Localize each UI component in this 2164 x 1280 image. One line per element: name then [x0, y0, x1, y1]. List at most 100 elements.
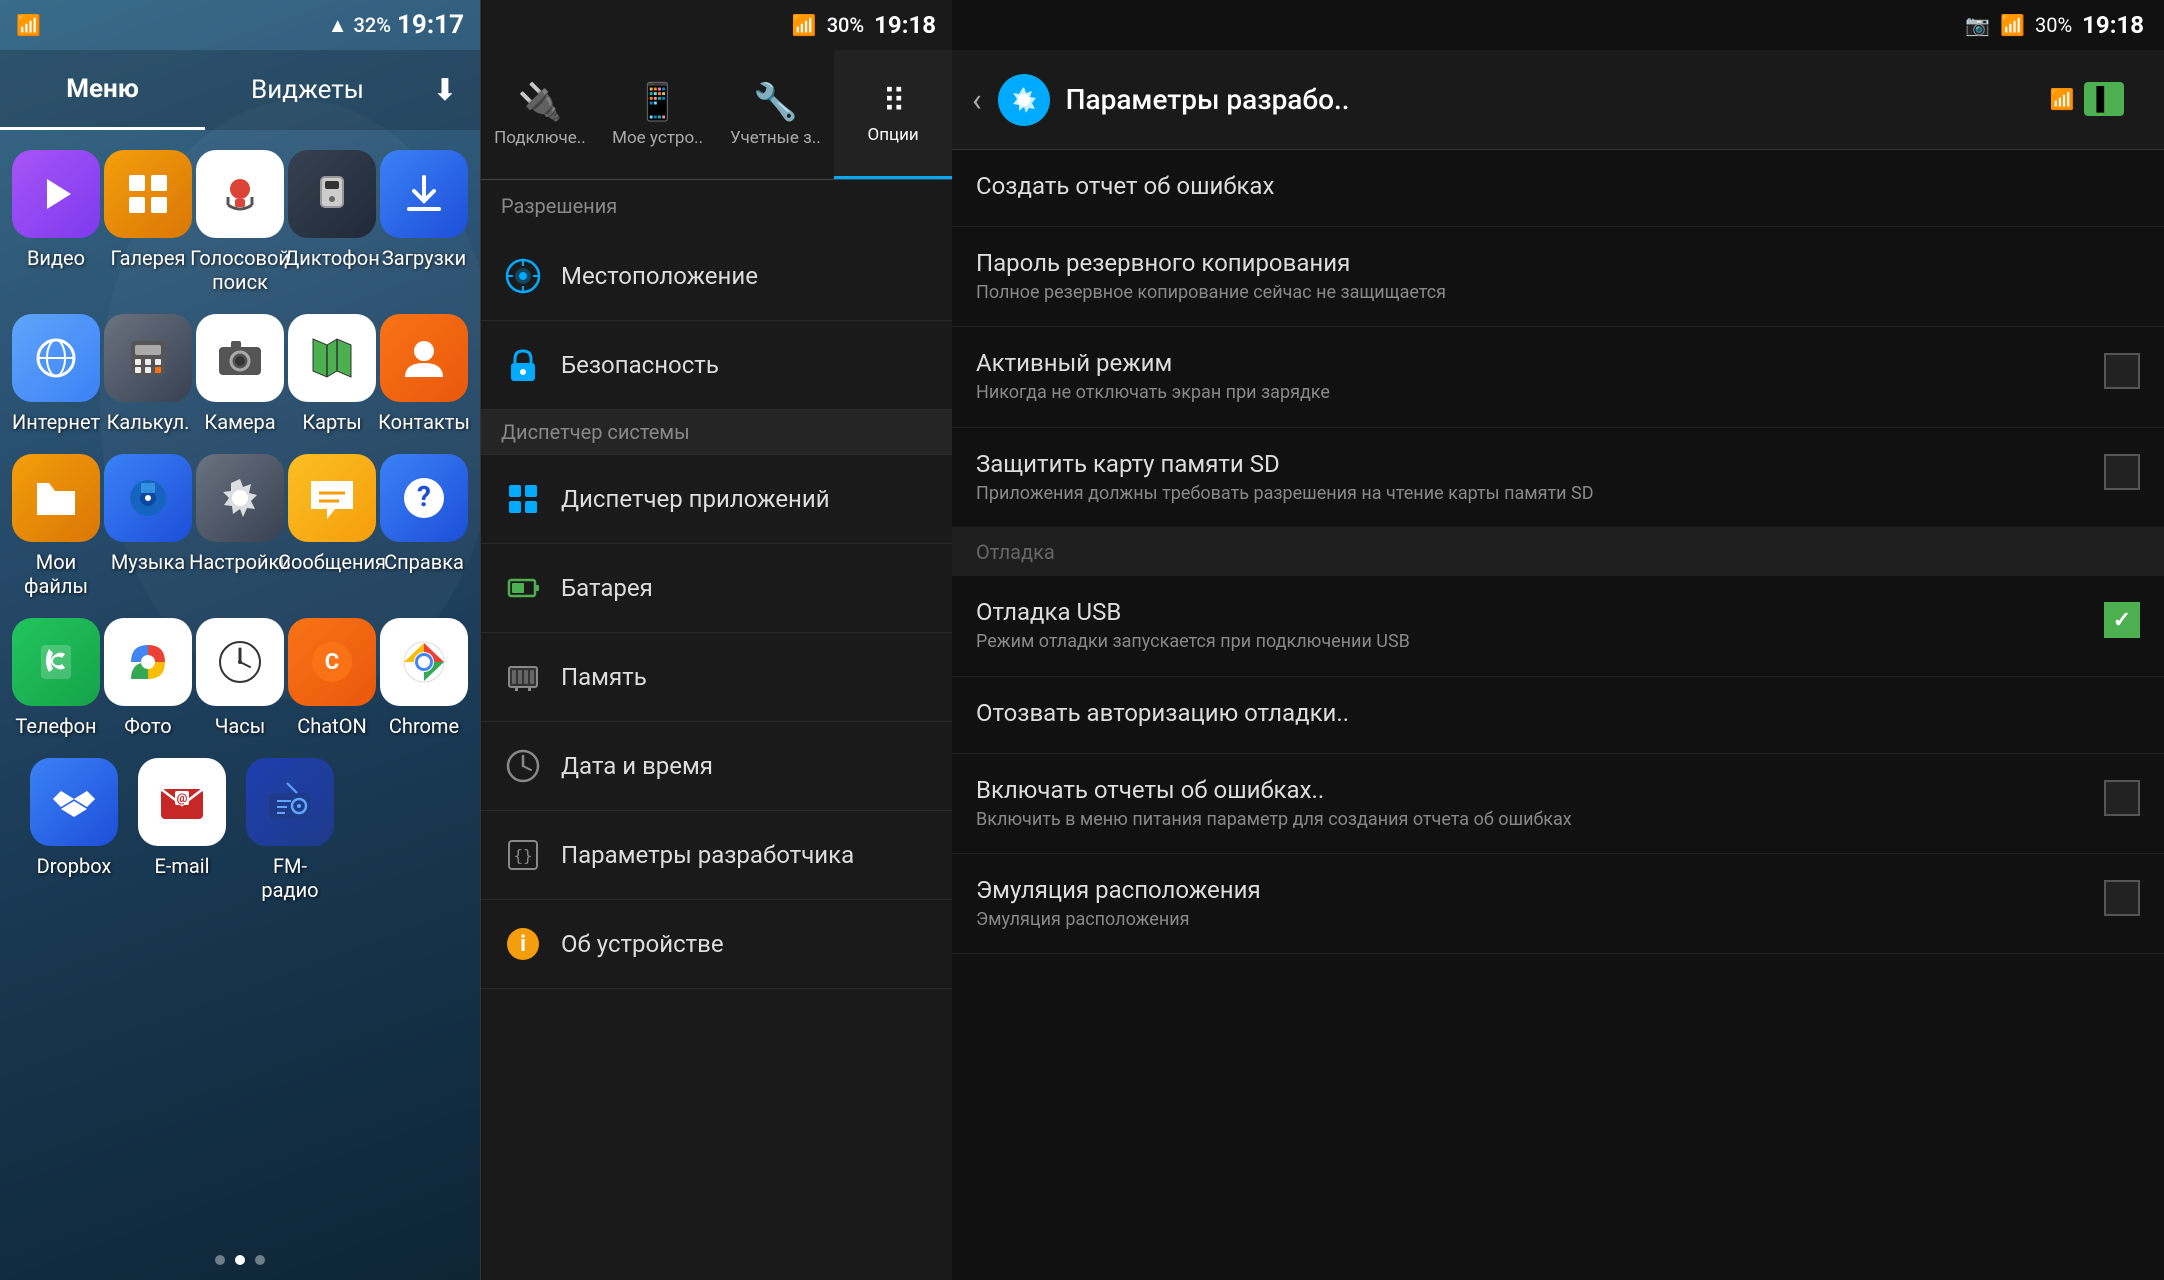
connect-icon: 🔌 — [517, 81, 562, 123]
back-button[interactable]: ‹ — [972, 81, 982, 119]
app-myfiles[interactable]: Мои файлы — [12, 454, 100, 598]
devparams-icon: {} — [501, 833, 545, 877]
usb-debug-checkbox[interactable] — [2104, 602, 2140, 638]
settings-item-memory[interactable]: Память — [481, 633, 952, 722]
error-reports-checkbox[interactable] — [2104, 780, 2140, 816]
security-icon — [501, 343, 545, 387]
app-contacts[interactable]: Контакты — [380, 314, 468, 434]
app-photos[interactable]: Фото — [104, 618, 192, 738]
dev-option-usb-debug[interactable]: Отладка USB Режим отладки запускается пр… — [952, 576, 2164, 676]
svg-text:C: C — [325, 650, 339, 675]
battery-percentage: 32% — [354, 13, 391, 37]
debug-section-label: Отладка — [976, 540, 1055, 564]
dev-option-create-report[interactable]: Создать отчет об ошибках — [952, 150, 2164, 227]
emulate-location-checkbox[interactable] — [2104, 880, 2140, 916]
app-help-label: Справка — [384, 550, 464, 574]
dev-option-revoke-auth[interactable]: Отозвать авторизацию отладки.. — [952, 677, 2164, 754]
download-icon: ⬇ — [432, 73, 457, 108]
developer-options-header: ‹ Параметры разрабо.. 📶 ▌ — [952, 50, 2164, 150]
tab-widgets-label: Виджеты — [251, 75, 364, 105]
dev-option-backup-password[interactable]: Пароль резервного копирования Полное рез… — [952, 227, 2164, 327]
app-email[interactable]: @ E-mail — [138, 758, 226, 878]
home-screen: 📶 ▲ 32% 19:17 Меню Виджеты ⬇ Видео — [0, 0, 480, 1280]
app-calc-label: Калькул. — [107, 410, 190, 434]
settings-wifi-icon: 📶 — [792, 13, 817, 37]
tab-options[interactable]: ⠿ Опции — [834, 50, 952, 179]
appmanager-label: Диспетчер приложений — [561, 485, 830, 513]
usb-debug-desc: Режим отладки запускается при подключени… — [976, 630, 2094, 653]
app-chaton[interactable]: C ChatON — [288, 618, 376, 738]
app-dropbox-label: Dropbox — [37, 854, 112, 878]
app-chrome[interactable]: Chrome — [380, 618, 468, 738]
app-voice-label: Голосовой поиск — [190, 246, 290, 294]
settings-item-devparams[interactable]: {} Параметры разработчика — [481, 811, 952, 900]
devtools-battery: 30% — [2035, 13, 2072, 37]
dev-option-active-mode[interactable]: Активный режим Никогда не отключать экра… — [952, 327, 2164, 427]
accounts-icon: 🔧 — [753, 81, 798, 123]
settings-item-battery[interactable]: Батарея — [481, 544, 952, 633]
tab-menu-label: Меню — [66, 74, 139, 104]
app-camera[interactable]: Камера — [196, 314, 284, 434]
settings-item-datetime[interactable]: Дата и время — [481, 722, 952, 811]
app-music[interactable]: Музыка — [104, 454, 192, 574]
dev-option-protect-sd[interactable]: Защитить карту памяти SD Приложения долж… — [952, 428, 2164, 528]
settings-item-location[interactable]: Местоположение — [481, 232, 952, 321]
app-recorder-label: Диктофон — [284, 246, 379, 270]
settings-item-security[interactable]: Безопасность — [481, 321, 952, 410]
app-email-label: E-mail — [154, 854, 209, 878]
datetime-label: Дата и время — [561, 752, 713, 780]
app-maps-label: Карты — [302, 410, 361, 434]
app-phone[interactable]: Телефон — [12, 618, 100, 738]
dot-3 — [255, 1255, 265, 1265]
datetime-icon — [501, 744, 545, 788]
app-dropbox[interactable]: Dropbox — [30, 758, 118, 878]
app-internet[interactable]: Интернет — [12, 314, 100, 434]
tab-widgets[interactable]: Виджеты — [205, 50, 410, 130]
wifi-icon: 📶 — [16, 13, 41, 37]
options-icon: ⠿ — [882, 82, 903, 120]
app-calc[interactable]: Калькул. — [104, 314, 192, 434]
app-phone-label: Телефон — [15, 714, 96, 738]
app-downloads[interactable]: Загрузки — [380, 150, 468, 270]
settings-item-aboutdevice[interactable]: i Об устройстве — [481, 900, 952, 989]
revoke-auth-title: Отозвать авторизацию отладки.. — [976, 699, 2140, 727]
app-myfiles-label: Мои файлы — [12, 550, 100, 598]
app-messages[interactable]: Сообщения — [288, 454, 376, 574]
app-video[interactable]: Видео — [12, 150, 100, 270]
tab-download[interactable]: ⬇ — [410, 50, 480, 130]
app-voice[interactable]: Голосовой поиск — [196, 150, 284, 294]
battery-label: Батарея — [561, 574, 653, 602]
protect-sd-checkbox[interactable] — [2104, 454, 2140, 490]
devtools-photo-icon: 📷 — [1965, 13, 1990, 37]
tab-connect[interactable]: 🔌 Подключе.. — [481, 50, 599, 179]
active-mode-checkbox[interactable] — [2104, 353, 2140, 389]
app-clock[interactable]: Часы — [196, 618, 284, 738]
tab-connect-label: Подключе.. — [494, 129, 586, 148]
app-row-4: Телефон Фото — [10, 618, 470, 738]
developer-options-list: Создать отчет об ошибках Пароль резервно… — [952, 150, 2164, 1280]
error-reports-title: Включать отчеты об ошибках.. — [976, 776, 2094, 804]
dev-option-error-reports[interactable]: Включать отчеты об ошибках.. Включить в … — [952, 754, 2164, 854]
emulate-location-title: Эмуляция расположения — [976, 876, 2094, 904]
tab-mydevice[interactable]: 📱 Мое устро.. — [599, 50, 717, 179]
svg-text:?: ? — [417, 480, 431, 513]
svg-text:i: i — [520, 932, 526, 957]
app-fmradio[interactable]: FM-радио — [246, 758, 334, 902]
aboutdevice-icon: i — [501, 922, 545, 966]
protect-sd-title: Защитить карту памяти SD — [976, 450, 2094, 478]
app-help[interactable]: ? Справка — [380, 454, 468, 574]
tab-accounts[interactable]: 🔧 Учетные з.. — [717, 50, 835, 179]
app-recorder[interactable]: Диктофон — [288, 150, 376, 270]
dev-option-emulate-location[interactable]: Эмуляция расположения Эмуляция расположе… — [952, 854, 2164, 954]
app-gallery[interactable]: Галерея — [104, 150, 192, 270]
tab-menu[interactable]: Меню — [0, 50, 205, 130]
page-indicators — [0, 1240, 480, 1280]
app-photos-label: Фото — [124, 714, 171, 738]
app-maps[interactable]: Карты — [288, 314, 376, 434]
app-clock-label: Часы — [215, 714, 266, 738]
settings-item-appmanager[interactable]: Диспетчер приложений — [481, 455, 952, 544]
signal-strength-icon: ▲ — [328, 13, 348, 38]
app-fmradio-label: FM-радио — [246, 854, 334, 902]
permissions-label: Разрешения — [501, 194, 617, 218]
app-settings[interactable]: Настройки — [196, 454, 284, 574]
